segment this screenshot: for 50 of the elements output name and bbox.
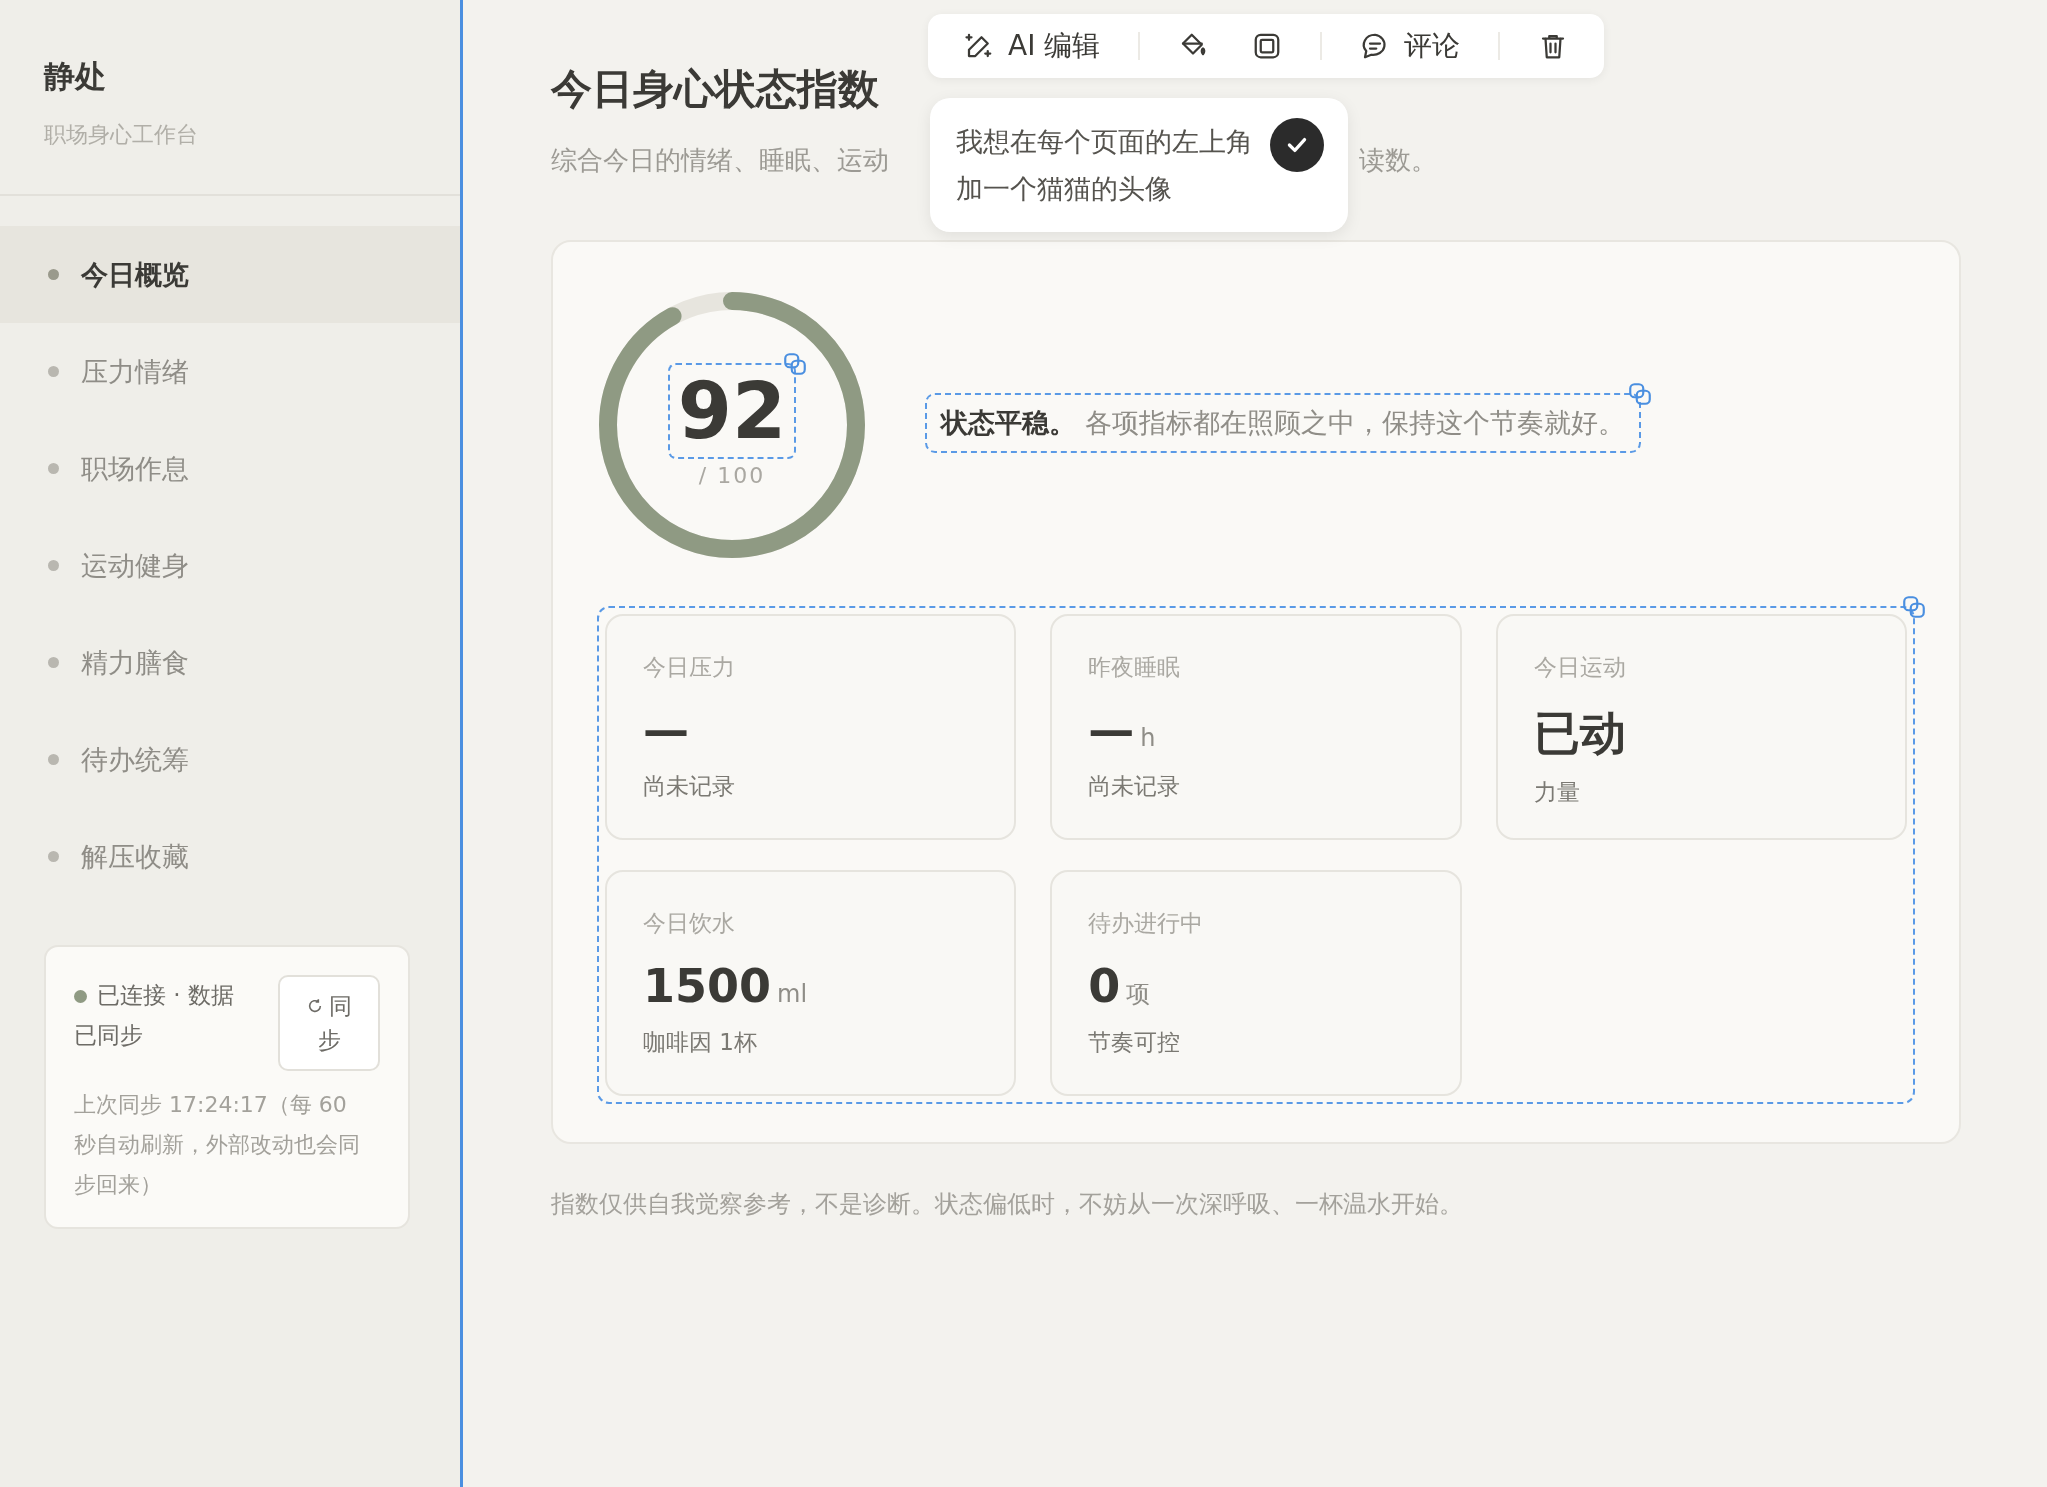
bullet-icon [48, 366, 59, 377]
nav-item[interactable]: 职场作息 [0, 420, 460, 517]
stat-note: 尚未记录 [1088, 772, 1182, 801]
bullet-icon [48, 560, 59, 571]
stat-unit: 项 [1126, 979, 1151, 1010]
stat-value: 0 [1088, 959, 1121, 1013]
stat-value: 1500 [643, 959, 772, 1013]
bullet-icon [48, 657, 59, 668]
stat-label: 昨夜睡眠 [1088, 653, 1182, 682]
ai-edit-button[interactable]: AI 编辑 [950, 21, 1115, 71]
stat-value: — [643, 703, 689, 757]
bullet-icon [48, 851, 59, 862]
app-tagline: 职场身心工作台 [44, 121, 199, 149]
bullet-icon [48, 754, 59, 765]
bullet-icon [48, 463, 59, 474]
page-subtitle: 综合今日的情绪、睡眠、运动 [551, 144, 889, 177]
nav-item[interactable]: 解压收藏 [0, 808, 460, 905]
stat-value: — [1088, 703, 1135, 757]
app-title: 静处 [44, 57, 107, 96]
score-max: / 100 [698, 462, 766, 488]
page-subtitle: 读数。 [1359, 144, 1437, 177]
confirm-button[interactable] [1270, 118, 1324, 172]
link-icon[interactable] [1901, 594, 1927, 620]
page-title: 今日身心状态指数 [551, 64, 880, 115]
stat-note: 尚未记录 [643, 772, 736, 801]
stat-value: 已动 [1533, 705, 1626, 762]
stat-note: 力量 [1533, 778, 1581, 807]
stat-unit: h [1140, 724, 1156, 752]
sync-status: 已连接 · 数据已同步 [74, 981, 235, 1050]
stat-label: 待办进行中 [1088, 909, 1205, 938]
stat-label: 今日运动 [1533, 653, 1627, 682]
refresh-icon [306, 998, 323, 1014]
comment-text: 我想在每个页面的左上角加一个猫猫的头像 [956, 125, 1254, 206]
nav-item[interactable]: 压力情绪 [0, 323, 460, 420]
nav-item[interactable]: 精力膳食 [0, 614, 460, 711]
comment-button[interactable]: 评论 [1346, 21, 1475, 71]
stat-label: 今日饮水 [643, 909, 736, 938]
nav-item[interactable]: 今日概览 [0, 226, 460, 323]
link-icon[interactable] [782, 350, 809, 377]
link-icon[interactable] [1626, 381, 1653, 407]
bullet-icon [48, 269, 59, 280]
footnote: 指数仅供自我觉察参考，不是诊断。状态偏低时，不妨从一次深呼吸、一杯温水开始。 [551, 1189, 1464, 1220]
sync-note: 上次同步 17:24:17（每 60 秒自动刷新，外部改动也会同步回来） [74, 1091, 361, 1199]
stat-label: 今日压力 [643, 653, 736, 682]
nav-item[interactable]: 待办统筹 [0, 711, 460, 808]
sync-button[interactable]: 同步 [278, 975, 380, 1071]
nav-item[interactable]: 运动健身 [0, 517, 460, 614]
stat-note: 节奏可控 [1088, 1028, 1182, 1057]
stat-unit: ml [777, 980, 808, 1008]
stat-note: 咖啡因 1杯 [643, 1028, 758, 1057]
